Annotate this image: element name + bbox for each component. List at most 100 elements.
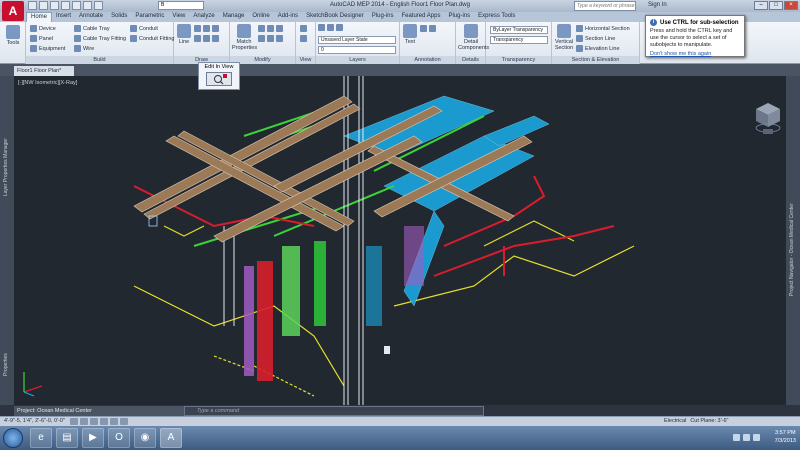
flag-icon[interactable] — [733, 434, 740, 441]
edit-in-view-button[interactable] — [206, 72, 232, 86]
section-line-icon — [576, 35, 583, 42]
drawing-viewport[interactable]: [-][NW Isometric][X-Ray] — [14, 76, 786, 405]
workspace-select[interactable]: B — [158, 1, 204, 10]
polar-toggle-icon[interactable] — [100, 418, 108, 425]
transparency-panel-title[interactable]: Transparency — [486, 56, 551, 64]
modify-tools-row-2[interactable] — [258, 35, 283, 42]
device-button[interactable]: Device — [30, 25, 56, 32]
draw-tools-row-1[interactable] — [194, 25, 219, 32]
clock[interactable]: 3:57 PM 7/3/2013 — [775, 429, 796, 445]
detail-components-button[interactable]: Detail Components — [458, 24, 489, 51]
tab-plug-ins[interactable]: Plug-ins — [444, 12, 474, 22]
tab-insert[interactable]: Insert — [52, 12, 75, 22]
tab-manage[interactable]: Manage — [219, 12, 249, 22]
project-navigator-palette[interactable]: Project Navigator - Ocean Medical Center — [789, 203, 795, 296]
tab-sketchbook-designer[interactable]: SketchBook Designer — [302, 12, 368, 22]
current-layer-select[interactable]: 0 — [318, 46, 396, 54]
layer-state-select[interactable]: Unsaved Layer State — [318, 36, 396, 44]
status-bar: 4'-9"-5, 1'4", 2'-6"-0, 0'-0" Electrical… — [0, 416, 800, 426]
otrack-toggle-icon[interactable] — [120, 418, 128, 425]
tab-online[interactable]: Online — [248, 12, 273, 22]
folder-icon[interactable]: ▤ — [56, 428, 78, 448]
undo-icon[interactable] — [83, 1, 92, 10]
volume-icon[interactable] — [753, 434, 760, 441]
search-input[interactable]: Type a keyword or phrase — [574, 1, 636, 11]
layers-panel-title[interactable]: Layers — [316, 56, 399, 64]
equipment-button[interactable]: Equipment — [30, 45, 65, 52]
vertical-section-button[interactable]: Vertical Section — [554, 24, 574, 51]
grid-toggle-icon[interactable] — [80, 418, 88, 425]
circle-icon — [203, 25, 210, 32]
section-line-button[interactable]: Section Line — [576, 35, 615, 42]
move-icon — [258, 25, 265, 32]
snap-toggle-icon[interactable] — [70, 418, 78, 425]
tab-parametric[interactable]: Parametric — [131, 12, 168, 22]
command-line-input[interactable]: Type a command — [184, 406, 484, 416]
line-button[interactable]: Line — [176, 24, 192, 45]
save-icon[interactable] — [50, 1, 59, 10]
text-button[interactable]: Text — [402, 24, 418, 45]
document-tab-floor1[interactable]: Floor1 Floor Plan* — [14, 66, 74, 76]
wire-button[interactable]: Wire — [74, 45, 94, 52]
discipline-label[interactable]: Electrical — [664, 418, 686, 424]
layer-properties-manager-palette[interactable]: Layer Properties Manager — [3, 138, 9, 196]
media-player-icon[interactable]: ▶ — [82, 428, 104, 448]
details-panel-title[interactable]: Details — [456, 56, 485, 64]
bylayer-transparency-select[interactable]: ByLayer Transparency — [490, 26, 548, 34]
panel-button[interactable]: Panel — [30, 35, 53, 42]
view-panel-title[interactable]: View — [296, 56, 315, 64]
annotation-tools[interactable] — [420, 25, 436, 32]
outlook-icon[interactable]: O — [108, 428, 130, 448]
properties-palette[interactable]: Properties — [3, 353, 9, 376]
network-icon[interactable] — [743, 434, 750, 441]
ie-icon[interactable]: e — [30, 428, 52, 448]
tab-analyze[interactable]: Analyze — [189, 12, 218, 22]
autocad-taskbar-icon[interactable]: A — [160, 428, 182, 448]
dont-show-again-link[interactable]: Don't show me this again — [650, 51, 740, 57]
open-icon[interactable] — [39, 1, 48, 10]
print-icon[interactable] — [72, 1, 81, 10]
tab-view[interactable]: View — [168, 12, 189, 22]
rectangle-icon — [194, 35, 201, 42]
minimize-button[interactable]: – — [754, 1, 768, 10]
close-button[interactable]: × — [784, 1, 798, 10]
tab-express-tools[interactable]: Express Tools — [474, 12, 519, 22]
tab-home[interactable]: Home — [26, 12, 53, 22]
new-icon[interactable] — [28, 1, 37, 10]
maximize-button[interactable]: □ — [769, 1, 783, 10]
view-tool[interactable] — [300, 25, 307, 32]
ortho-toggle-icon[interactable] — [90, 418, 98, 425]
tools-button[interactable]: Tools — [3, 25, 23, 46]
tab-annotate[interactable]: Annotate — [75, 12, 107, 22]
section-elevation-panel-title[interactable]: Section & Elevation — [552, 56, 639, 64]
cable-tray-button[interactable]: Cable Tray — [74, 25, 110, 32]
zoom-tool[interactable] — [300, 35, 307, 42]
viewcube[interactable] — [754, 101, 782, 135]
elevation-line-button[interactable]: Elevation Line — [576, 45, 620, 52]
conduit-fitting-button[interactable]: Conduit Fitting — [130, 35, 174, 42]
cable-tray-fitting-button[interactable]: Cable Tray Fitting — [74, 35, 126, 42]
chrome-icon[interactable]: ◉ — [134, 428, 156, 448]
match-properties-button[interactable]: Match Properties — [232, 24, 257, 51]
tab-featured-apps[interactable]: Featured Apps — [397, 12, 444, 22]
sign-in-link[interactable]: Sign In — [648, 2, 667, 8]
cut-plane-label[interactable]: Cut Plane: 3'-6" — [690, 418, 728, 424]
vertical-section-label: Vertical Section — [554, 39, 574, 51]
tab-solids[interactable]: Solids — [107, 12, 131, 22]
start-button[interactable] — [3, 428, 23, 448]
erase-icon — [276, 35, 283, 42]
modify-tools-row-1[interactable] — [258, 25, 283, 32]
application-menu-button[interactable]: A — [2, 1, 24, 21]
tab-plug-ins[interactable]: Plug-ins — [368, 12, 398, 22]
redo-icon[interactable] — [94, 1, 103, 10]
osnap-toggle-icon[interactable] — [110, 418, 118, 425]
horizontal-section-button[interactable]: Horizontal Section — [576, 25, 630, 32]
layer-tools[interactable] — [318, 24, 343, 31]
tab-add-ins[interactable]: Add-ins — [274, 12, 302, 22]
draw-tools-row-2[interactable] — [194, 35, 219, 42]
build-panel-title[interactable]: Build — [26, 56, 173, 64]
conduit-button[interactable]: Conduit — [130, 25, 158, 32]
save-as-icon[interactable] — [61, 1, 70, 10]
annotation-panel-title[interactable]: Annotation — [400, 56, 455, 64]
transparency-value[interactable]: Transparency — [490, 36, 548, 44]
